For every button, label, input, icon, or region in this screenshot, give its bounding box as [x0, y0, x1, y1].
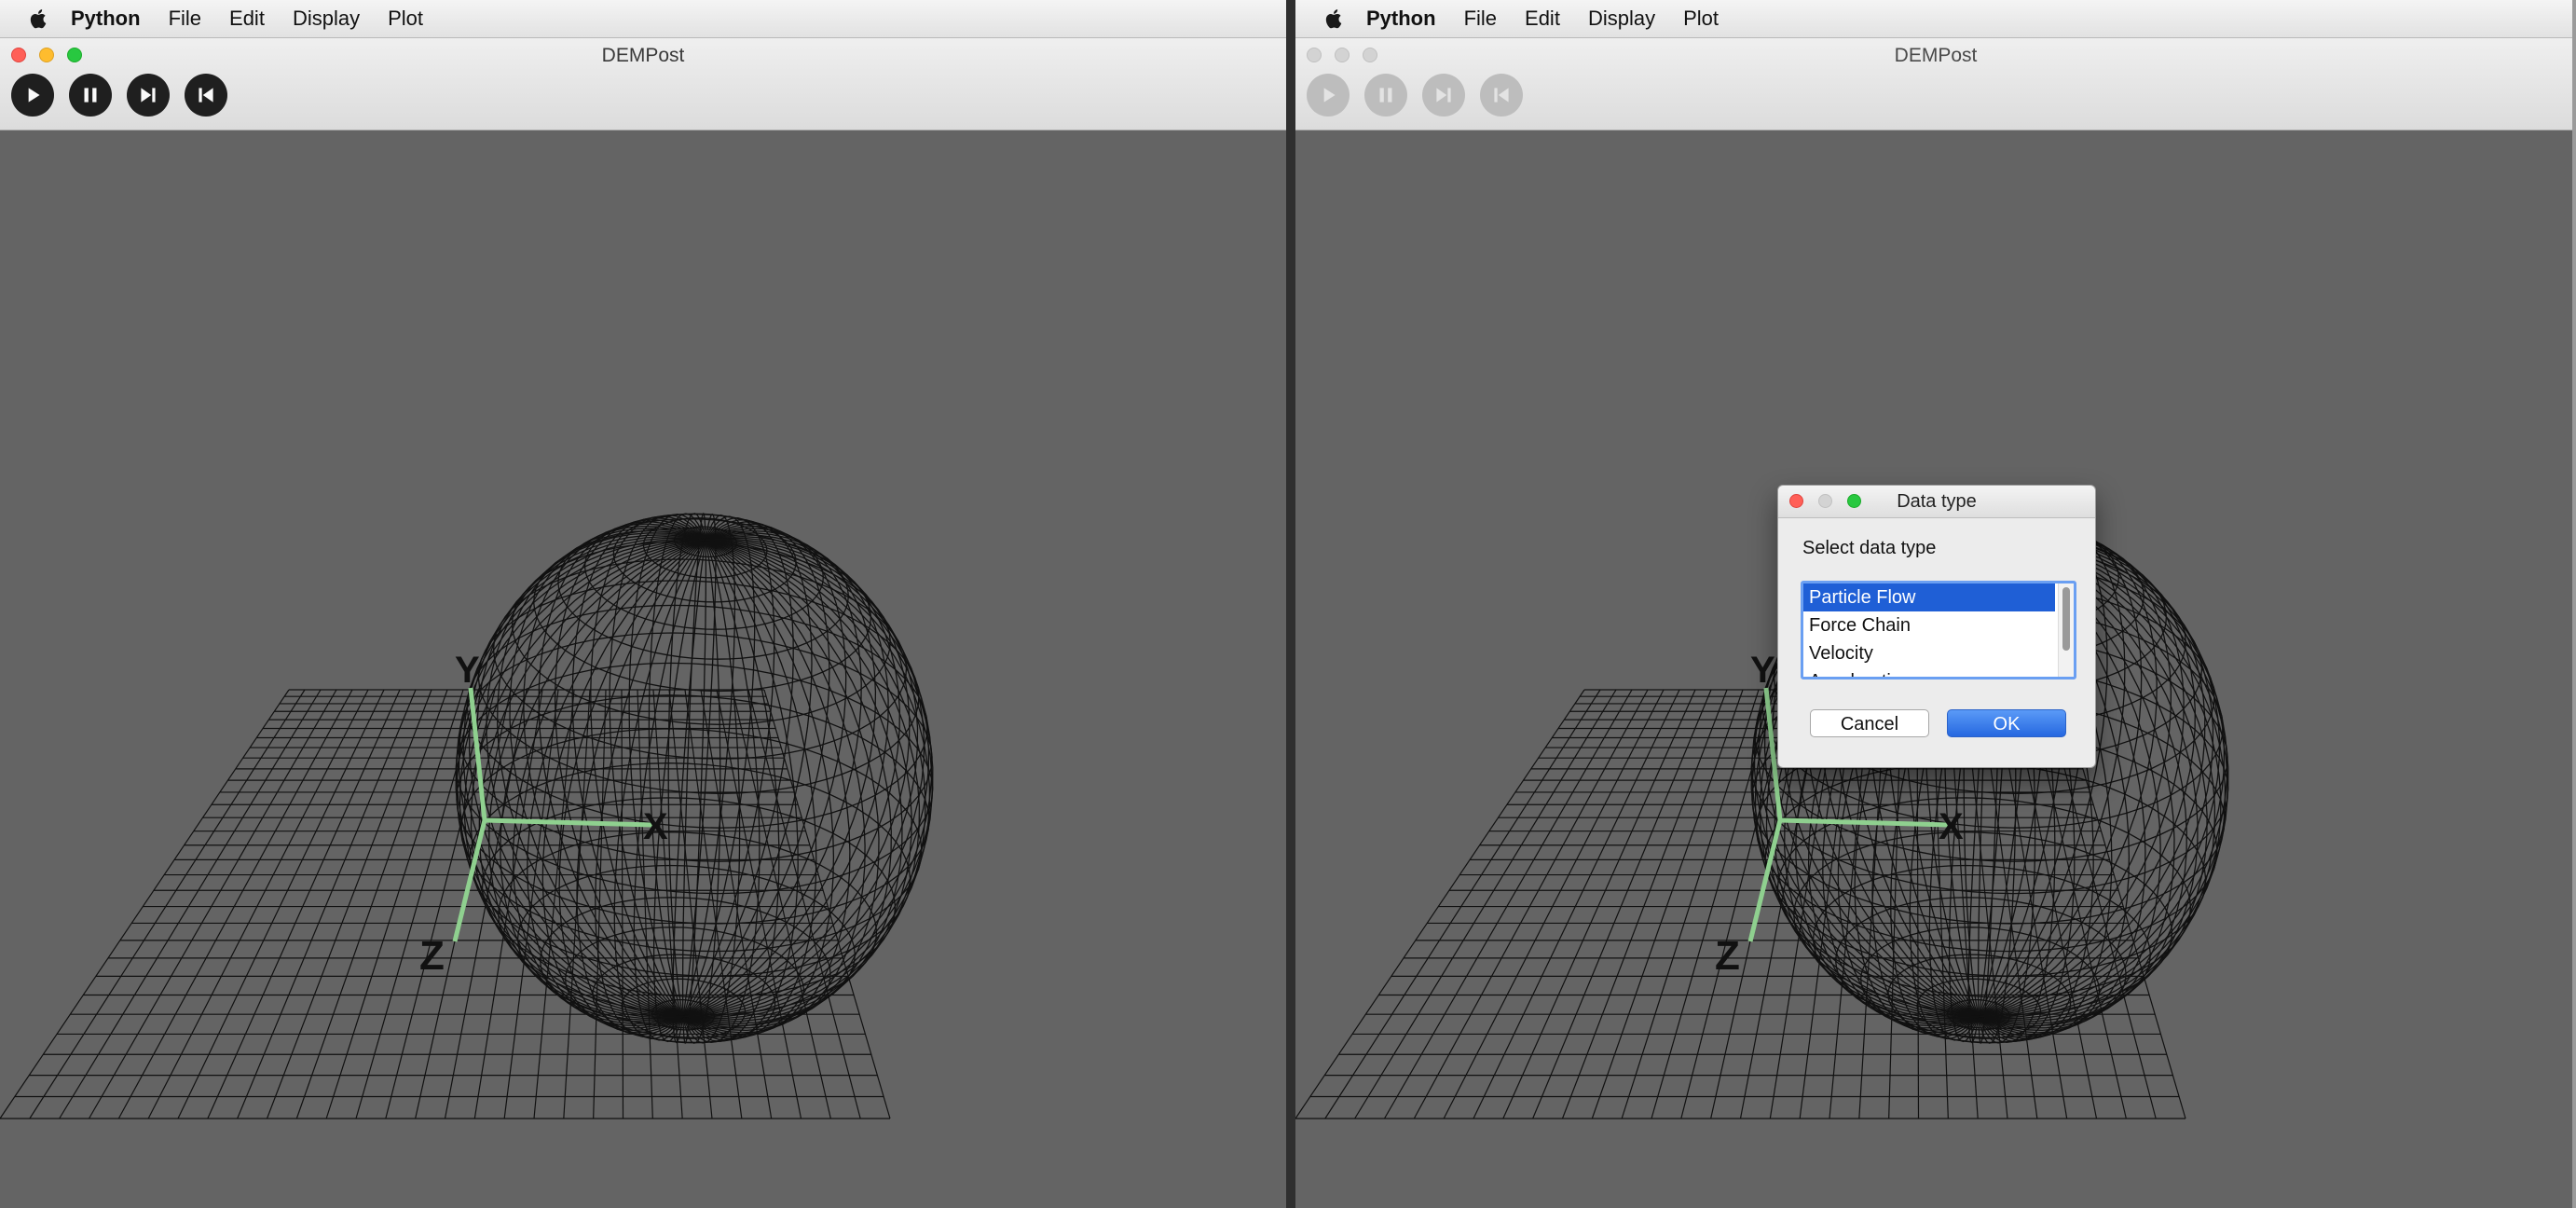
window-title: DEMPost: [1894, 45, 1978, 66]
dialog-prompt: Select data type: [1802, 538, 1937, 558]
step-back-button[interactable]: [1480, 74, 1523, 117]
axis-label-x: X: [643, 806, 668, 847]
playback-toolbar: [1307, 74, 1538, 117]
data-type-dialog: Data type Select data type Particle Flow…: [1777, 485, 2096, 768]
play-button[interactable]: [11, 74, 54, 117]
wireframe-sphere: [455, 512, 934, 1045]
play-icon: [28, 88, 40, 103]
step-forward-icon: [141, 88, 156, 103]
step-back-button[interactable]: [185, 74, 227, 117]
list-item-particle-flow[interactable]: Particle Flow: [1803, 583, 2055, 611]
window-titlebar: DEMPost: [0, 38, 1286, 130]
menu-file[interactable]: File: [169, 7, 201, 31]
axis-label-y: Y: [1750, 650, 1775, 691]
menu-plot[interactable]: Plot: [1683, 7, 1719, 31]
menu-display[interactable]: Display: [293, 7, 360, 31]
step-forward-button[interactable]: [127, 74, 170, 117]
apple-icon[interactable]: [28, 7, 50, 30]
pause-button[interactable]: [69, 74, 112, 117]
data-type-listbox[interactable]: Particle Flow Force Chain Velocity Accel…: [1801, 581, 2076, 680]
window-titlebar: DEMPost: [1295, 38, 2576, 130]
dialog-title: Data type: [1897, 491, 1977, 512]
axis-label-z: Z: [419, 933, 445, 979]
3d-viewport[interactable]: Y X Z: [0, 130, 1286, 1208]
screen-edge: [2572, 0, 2576, 1208]
menubar: Python File Edit Display Plot: [1295, 0, 2576, 38]
screen-divider: [1286, 0, 1295, 1208]
step-back-icon: [1494, 88, 1509, 103]
ok-button[interactable]: OK: [1947, 709, 2066, 737]
list-item-force-chain[interactable]: Force Chain: [1803, 611, 2055, 639]
menu-plot[interactable]: Plot: [388, 7, 423, 31]
pause-button[interactable]: [1364, 74, 1407, 117]
play-button[interactable]: [1307, 74, 1350, 117]
list-item-acceleration[interactable]: Acceleration: [1803, 667, 2055, 677]
scrollbar-thumb[interactable]: [2062, 587, 2070, 651]
menu-edit[interactable]: Edit: [1525, 7, 1560, 31]
list-item-velocity[interactable]: Velocity: [1803, 639, 2055, 667]
listbox-scrollbar[interactable]: [2058, 583, 2074, 677]
step-forward-icon: [1436, 88, 1451, 103]
menu-python[interactable]: Python: [71, 7, 141, 31]
menu-python[interactable]: Python: [1366, 7, 1436, 31]
play-icon: [1323, 88, 1336, 103]
step-forward-button[interactable]: [1422, 74, 1465, 117]
apple-icon[interactable]: [1323, 7, 1346, 30]
menu-edit[interactable]: Edit: [229, 7, 265, 31]
playback-toolbar: [11, 74, 242, 117]
window-title: DEMPost: [601, 45, 685, 66]
left-screen: Python File Edit Display Plot DEMPost Y …: [0, 0, 1286, 1208]
axis-label-y: Y: [455, 650, 480, 691]
cancel-button[interactable]: Cancel: [1810, 709, 1929, 737]
menu-display[interactable]: Display: [1588, 7, 1655, 31]
coordinate-axes: Y X Z: [419, 650, 668, 979]
axis-label-x: X: [1939, 806, 1964, 847]
step-back-icon: [199, 88, 213, 103]
pause-icon: [84, 88, 97, 103]
dialog-titlebar[interactable]: Data type: [1778, 486, 2095, 518]
menu-file[interactable]: File: [1464, 7, 1497, 31]
pause-icon: [1379, 88, 1392, 103]
floor-grid: [0, 689, 891, 1119]
axis-label-z: Z: [1715, 933, 1740, 979]
menubar: Python File Edit Display Plot: [0, 0, 1286, 38]
